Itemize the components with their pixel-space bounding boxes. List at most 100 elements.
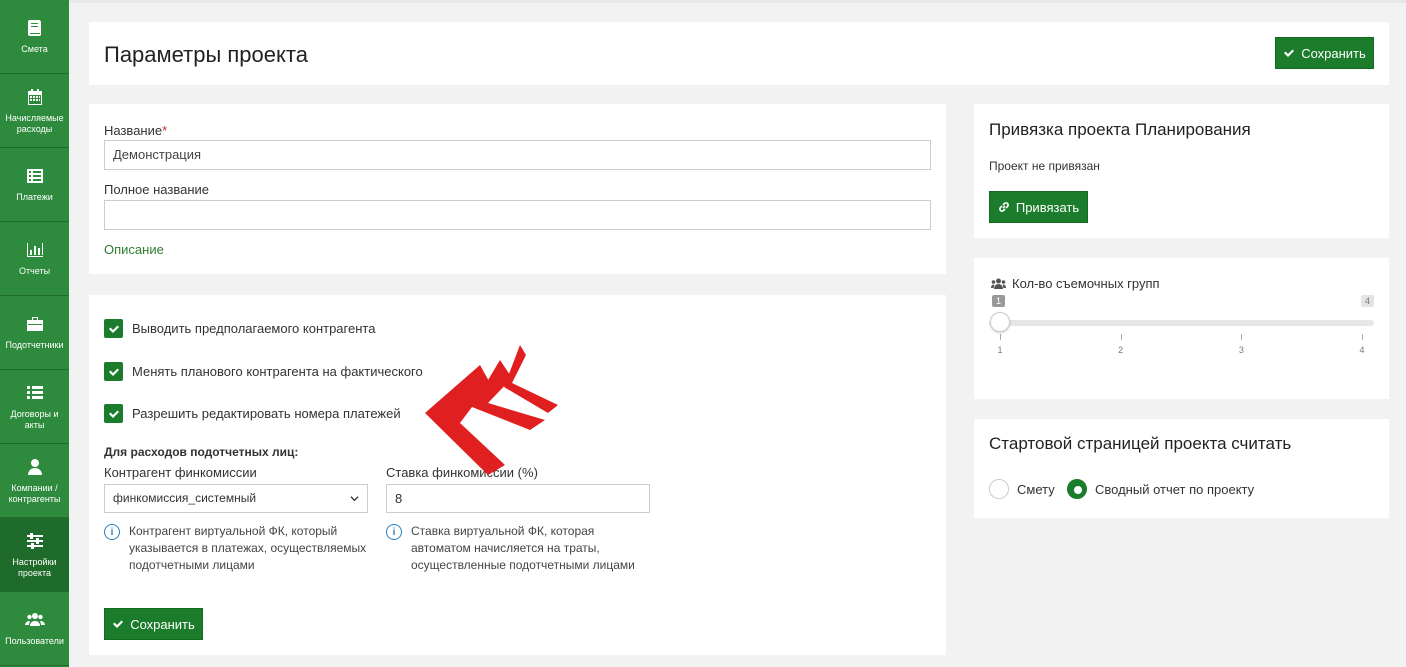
sidebar-item-project-settings[interactable]: Настройки проекта: [0, 518, 69, 592]
radio-button-selected[interactable]: [1067, 479, 1087, 499]
slider-tick-label: 3: [1238, 345, 1244, 355]
contractor-label: Контрагент финкомиссии: [104, 465, 257, 480]
checkbox-row[interactable]: Выводить предполагаемого контрагента: [104, 319, 375, 338]
sidebar-item-accountables[interactable]: Подотчетники: [0, 296, 69, 370]
sliders-icon: [26, 532, 43, 549]
sidebar: Смета Начисляемые расходы Платежи Отчеты…: [0, 0, 69, 667]
rate-input[interactable]: 8: [386, 484, 650, 513]
check-icon: [108, 410, 119, 418]
description-link[interactable]: Описание: [104, 242, 164, 257]
sidebar-item-users[interactable]: Пользователи: [0, 592, 69, 666]
top-strip: [69, 0, 1406, 3]
chevron-down-icon: [350, 496, 359, 502]
contractor-select-value: финкомиссия_системный: [113, 491, 257, 505]
slider-track[interactable]: [989, 320, 1374, 326]
header-save-label: Сохранить: [1301, 45, 1366, 61]
bind-button-label: Привязать: [1015, 199, 1080, 215]
check-icon: [1284, 49, 1295, 57]
contractor-hint-text: Контрагент виртуальной ФК, который указы…: [129, 524, 367, 572]
book-icon: [27, 20, 41, 36]
crews-card: Кол-во съемочных групп 1 4 1 2 3 4: [974, 258, 1389, 399]
calendar-icon: [27, 88, 42, 105]
briefcase-icon: [26, 317, 43, 331]
users-icon: [991, 278, 1006, 289]
name-label-text: Название: [104, 123, 163, 138]
header-save-button[interactable]: Сохранить: [1275, 37, 1374, 69]
sidebar-item-companies[interactable]: Компании / контрагенты: [0, 444, 69, 518]
red-chevron-arrows-graphic: [425, 345, 558, 475]
info-icon: i: [104, 524, 120, 540]
sidebar-item-label: Платежи: [16, 192, 53, 202]
planning-binding-card: Привязка проекта Планирования Проект не …: [974, 104, 1389, 238]
sidebar-item-reports[interactable]: Отчеты: [0, 222, 69, 296]
sidebar-item-label: Начисляемые расходы: [5, 112, 64, 134]
sidebar-item-contracts[interactable]: Договоры и акты: [0, 370, 69, 444]
name-card: Название* Демонстрация Полное название О…: [89, 104, 946, 274]
link-icon: [999, 202, 1009, 212]
sidebar-item-accrued-expenses[interactable]: Начисляемые расходы: [0, 74, 69, 148]
radio-label: Сводный отчет по проекту: [1095, 481, 1255, 497]
required-marker: *: [162, 123, 168, 138]
sidebar-item-label: Компании / контрагенты: [8, 482, 61, 504]
radio-button[interactable]: [989, 479, 1009, 499]
checkbox-checked[interactable]: [104, 362, 123, 381]
radio-label: Смету: [1017, 481, 1055, 497]
binding-status: Проект не привязан: [989, 159, 1100, 173]
check-icon: [108, 325, 119, 333]
settings-save-label: Сохранить: [130, 616, 195, 632]
slider-min-badge: 1: [992, 295, 1006, 307]
settings-save-button[interactable]: Сохранить: [104, 608, 203, 640]
slider-tick-label: 1: [997, 345, 1003, 355]
radio-option-estimate[interactable]: Смету: [989, 479, 1055, 499]
contractor-hint: i Контрагент виртуальной ФК, который ука…: [104, 523, 374, 574]
checkbox-row[interactable]: Менять планового контрагента на фактичес…: [104, 362, 423, 381]
sidebar-item-label: Подотчетники: [5, 340, 64, 350]
checkbox-label: Менять планового контрагента на фактичес…: [132, 364, 423, 379]
binding-title: Привязка проекта Планирования: [989, 120, 1251, 139]
fullname-input[interactable]: [104, 200, 931, 230]
slider-tick: [1362, 334, 1363, 340]
radio-option-summary-report[interactable]: Сводный отчет по проекту: [1067, 479, 1254, 499]
slider-handle[interactable]: [990, 312, 1010, 332]
checkbox-label: Разрешить редактировать номера платежей: [132, 406, 401, 421]
info-icon: i: [386, 524, 402, 540]
slider-tick-label: 2: [1118, 345, 1124, 355]
slider-tick: [1241, 334, 1243, 340]
bind-button[interactable]: Привязать: [989, 191, 1088, 223]
checkbox-label: Выводить предполагаемого контрагента: [132, 321, 376, 336]
sidebar-item-label: Отчеты: [18, 266, 51, 276]
checkbox-checked[interactable]: [104, 404, 123, 423]
list-icon: [26, 169, 43, 183]
list-lines-icon: [26, 385, 43, 399]
accountables-subtitle: Для расходов подотчетных лиц:: [104, 445, 299, 459]
fullname-label: Полное название: [104, 182, 210, 197]
sidebar-item-label: Смета: [21, 44, 48, 54]
check-icon: [113, 620, 124, 628]
slider-tick: [1000, 334, 1001, 340]
checkbox-row[interactable]: Разрешить редактировать номера платежей: [104, 404, 401, 423]
slider-tick: [1120, 334, 1122, 340]
crews-title: Кол-во съемочных групп: [991, 276, 1160, 291]
name-input[interactable]: Демонстрация: [104, 140, 931, 170]
sidebar-item-estimate[interactable]: Смета: [0, 0, 69, 74]
sidebar-item-payments[interactable]: Платежи: [0, 148, 69, 222]
slider-max-badge: 4: [1361, 295, 1375, 307]
slider-tick-label: 4: [1359, 345, 1365, 355]
name-label: Название*: [104, 123, 167, 138]
page-title: Параметры проекта: [104, 42, 308, 67]
user-icon: [27, 458, 42, 475]
check-icon: [108, 368, 119, 376]
bar-chart-icon: [26, 243, 43, 257]
start-page-card: Стартовой страницей проекта считать Смет…: [974, 419, 1389, 518]
users-icon: [24, 613, 45, 626]
rate-hint-text: Ставка виртуальной ФК, которая автоматом…: [411, 524, 635, 572]
page-header: Параметры проекта Сохранить: [89, 22, 1389, 85]
start-page-title: Стартовой страницей проекта считать: [989, 434, 1292, 453]
sidebar-item-label: Договоры и акты: [10, 408, 59, 430]
rate-hint: i Ставка виртуальной ФК, которая автомат…: [386, 523, 656, 574]
sidebar-item-label: Настройки проекта: [12, 556, 57, 578]
sidebar-item-label: Пользователи: [5, 636, 64, 646]
checkbox-checked[interactable]: [104, 319, 123, 338]
crews-title-text: Кол-во съемочных групп: [1012, 276, 1160, 291]
contractor-select[interactable]: финкомиссия_системный: [104, 484, 368, 513]
